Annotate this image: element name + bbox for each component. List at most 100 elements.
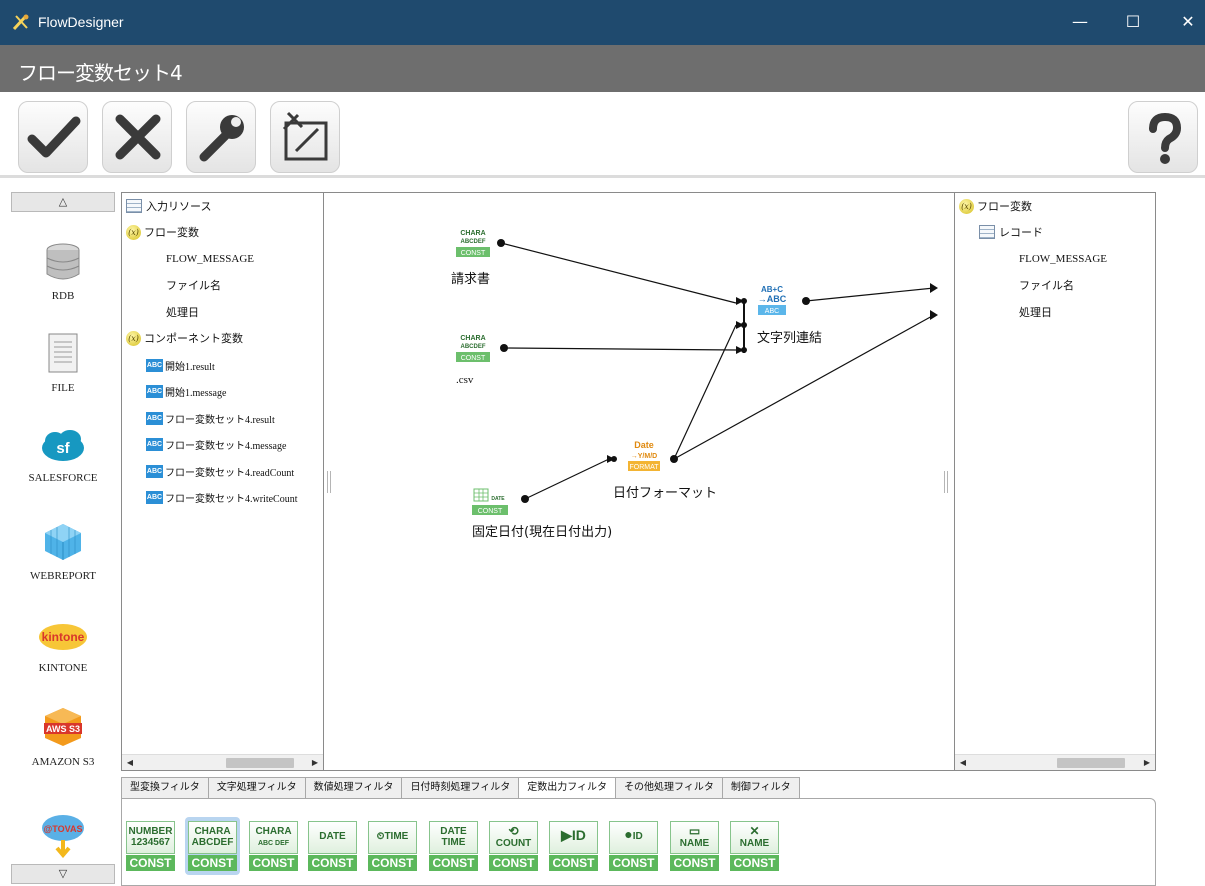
toolbar: [0, 92, 1205, 178]
output-hscrollbar[interactable]: ◀ ▶: [955, 754, 1155, 770]
tree-label: フロー変数セット4.writeCount: [165, 493, 298, 505]
settings-button[interactable]: [186, 101, 256, 173]
user-id-const-icon[interactable]: ●ID CONST: [606, 817, 661, 875]
abc-icon: ABC: [146, 437, 163, 451]
tree-item-flow-message[interactable]: FLOW_MESSAGE: [1019, 249, 1107, 269]
tree-item-component-var[interactable]: ABC フロー変数セット4.message: [146, 434, 286, 454]
svg-text:AB+C: AB+C: [761, 285, 783, 294]
tree-label: FLOW_MESSAGE: [166, 253, 255, 265]
flowdesigner-logo-icon: [12, 14, 29, 31]
variable-icon: (x): [126, 224, 141, 240]
tree-label: フロー変数セット4.message: [165, 440, 287, 452]
datetime-const-icon[interactable]: DATE TIME CONST: [426, 817, 481, 875]
count-const-icon[interactable]: ⟲ COUNT CONST: [486, 817, 541, 875]
tree-root-flow-vars[interactable]: (x) フロー変数: [959, 196, 1032, 216]
tree-item-flow-message[interactable]: FLOW_MESSAGE: [166, 249, 254, 269]
scroll-down-button[interactable]: ▽: [11, 864, 115, 884]
tovas-icon: @TOVAS: [42, 815, 84, 858]
tab-const-output[interactable]: 定数出力フィルタ: [519, 777, 617, 799]
svg-text:ABC: ABC: [765, 308, 779, 315]
tab-number-filter[interactable]: 数値処理フィルタ: [305, 777, 403, 799]
fixed-date-node-icon[interactable]: DATE CONST: [470, 485, 512, 521]
date-format-node-icon[interactable]: Date →Y/M/D FORMAT: [624, 439, 664, 477]
tree-label: FLOW_MESSAGE: [1019, 253, 1108, 265]
svg-text:→ABC: →ABC: [758, 294, 787, 304]
name-const-icon[interactable]: ▭ NAME CONST: [667, 817, 722, 875]
tree-item-component-var[interactable]: ABC フロー変数セット4.readCount: [146, 461, 294, 481]
abc-icon: ABC: [146, 411, 163, 425]
tree-item-process-date[interactable]: 処理日: [1019, 302, 1052, 322]
chara-split-const-icon[interactable]: CHARA ABC DEF CONST: [246, 817, 301, 875]
help-button[interactable]: [1128, 101, 1198, 173]
tree-label: フロー変数: [144, 226, 199, 239]
scroll-left-arrow-icon[interactable]: ◀: [123, 756, 137, 769]
tab-string-filter[interactable]: 文字処理フィルタ: [208, 777, 306, 799]
tree-item-component-var[interactable]: ABC 開始1.message: [146, 381, 226, 401]
svg-text:→Y/M/D: →Y/M/D: [631, 453, 657, 460]
aws-s3-icon: AWS S3: [44, 708, 82, 746]
chara-const-icon[interactable]: CHARA ABCDEF CONST: [185, 817, 240, 875]
tree-item-filename[interactable]: ファイル名: [166, 275, 221, 295]
cancel-button[interactable]: [102, 101, 172, 173]
svg-text:CHARA: CHARA: [460, 335, 485, 342]
tree-node-flow-vars[interactable]: (x) フロー変数: [126, 222, 199, 242]
string-concat-node-icon[interactable]: AB+C →ABC ABC: [752, 283, 792, 321]
chara-const-node-icon[interactable]: CHARA ABCDEF CONST: [454, 332, 492, 368]
connector-label: RDB: [51, 290, 75, 302]
connector-file[interactable]: FILE: [8, 332, 118, 394]
tree-item-filename[interactable]: ファイル名: [1019, 275, 1074, 295]
erase-button[interactable]: [270, 101, 340, 173]
flow-canvas[interactable]: CHARA ABCDEF CONST 請求書 CHARA ABCDEF CONS…: [324, 192, 954, 771]
number-const-icon[interactable]: NUMBER 1234567 CONST: [123, 817, 178, 875]
connector-label: WEBREPORT: [30, 570, 96, 582]
webreport-icon: [45, 524, 81, 560]
tree-label: 入力リソース: [146, 200, 212, 213]
tree-label: フロー変数セット4.result: [165, 414, 275, 426]
minimize-button[interactable]: —: [1065, 8, 1095, 36]
connector-tovas[interactable]: @TOVAS: [8, 812, 118, 858]
connector-salesforce[interactable]: sf SALESFORCE: [8, 428, 118, 484]
tree-item-component-var[interactable]: ABC フロー変数セット4.writeCount: [146, 487, 298, 507]
scroll-thumb[interactable]: [1057, 758, 1125, 768]
node-label-fixed-date: 固定日付(現在日付出力): [472, 525, 613, 540]
filter-tabs: 型変換フィルタ 文字処理フィルタ 数値処理フィルタ 日付時刻処理フィルタ 定数出…: [121, 777, 800, 799]
variable-icon: (x): [126, 330, 141, 346]
id-const-icon[interactable]: ▶ID CONST: [546, 817, 601, 875]
chara-const-node-icon[interactable]: CHARA ABCDEF CONST: [454, 227, 492, 263]
tree-node-record[interactable]: レコード: [979, 222, 1043, 242]
tab-other-filter[interactable]: その他処理フィルタ: [616, 777, 723, 799]
tree-node-component-vars[interactable]: (x) コンポーネント変数: [126, 328, 243, 348]
connector-webreport[interactable]: WEBREPORT: [8, 522, 118, 582]
sheet-name-const-icon[interactable]: ✕ NAME CONST: [727, 817, 782, 875]
kintone-icon: kintone: [39, 624, 87, 650]
tree-label: 開始1.message: [165, 387, 227, 399]
date-const-icon[interactable]: DATE CONST: [305, 817, 360, 875]
input-hscrollbar[interactable]: ◀ ▶: [122, 754, 323, 770]
svg-text:CONST: CONST: [461, 355, 486, 362]
svg-text:FORMAT: FORMAT: [629, 464, 659, 471]
scroll-thumb[interactable]: [226, 758, 294, 768]
tab-datetime-filter[interactable]: 日付時刻処理フィルタ: [402, 777, 520, 799]
tree-item-component-var[interactable]: ABC 開始1.result: [146, 355, 215, 375]
tree-root-input-resource[interactable]: 入力リソース: [126, 196, 211, 216]
maximize-button[interactable]: ☐: [1118, 8, 1148, 36]
scroll-up-button[interactable]: △: [11, 192, 115, 212]
tree-item-component-var[interactable]: ABC フロー変数セット4.result: [146, 408, 275, 428]
close-button[interactable]: ✕: [1173, 8, 1203, 36]
table-icon: [126, 199, 142, 213]
connector-kintone[interactable]: kintone KINTONE: [8, 618, 118, 674]
connector-rdb[interactable]: RDB: [8, 242, 118, 302]
ok-button[interactable]: [18, 101, 88, 173]
variable-icon: (x): [959, 198, 974, 214]
scroll-right-arrow-icon[interactable]: ▶: [308, 756, 322, 769]
tab-type-convert[interactable]: 型変換フィルタ: [121, 777, 209, 799]
tab-control-filter[interactable]: 制御フィルタ: [722, 777, 800, 799]
tree-item-process-date[interactable]: 処理日: [166, 302, 199, 322]
svg-text:CHARA: CHARA: [460, 230, 485, 237]
connector-panel: △ RDB FILE sf SALESFORCE WEBREPORT kinto…: [8, 192, 118, 886]
connector-amazon-s3[interactable]: AWS S3 AMAZON S3: [8, 706, 118, 768]
time-const-icon[interactable]: ⏲TIME CONST: [365, 817, 420, 875]
scroll-right-arrow-icon[interactable]: ▶: [1140, 756, 1154, 769]
scroll-left-arrow-icon[interactable]: ◀: [956, 756, 970, 769]
question-icon: [1149, 112, 1182, 164]
